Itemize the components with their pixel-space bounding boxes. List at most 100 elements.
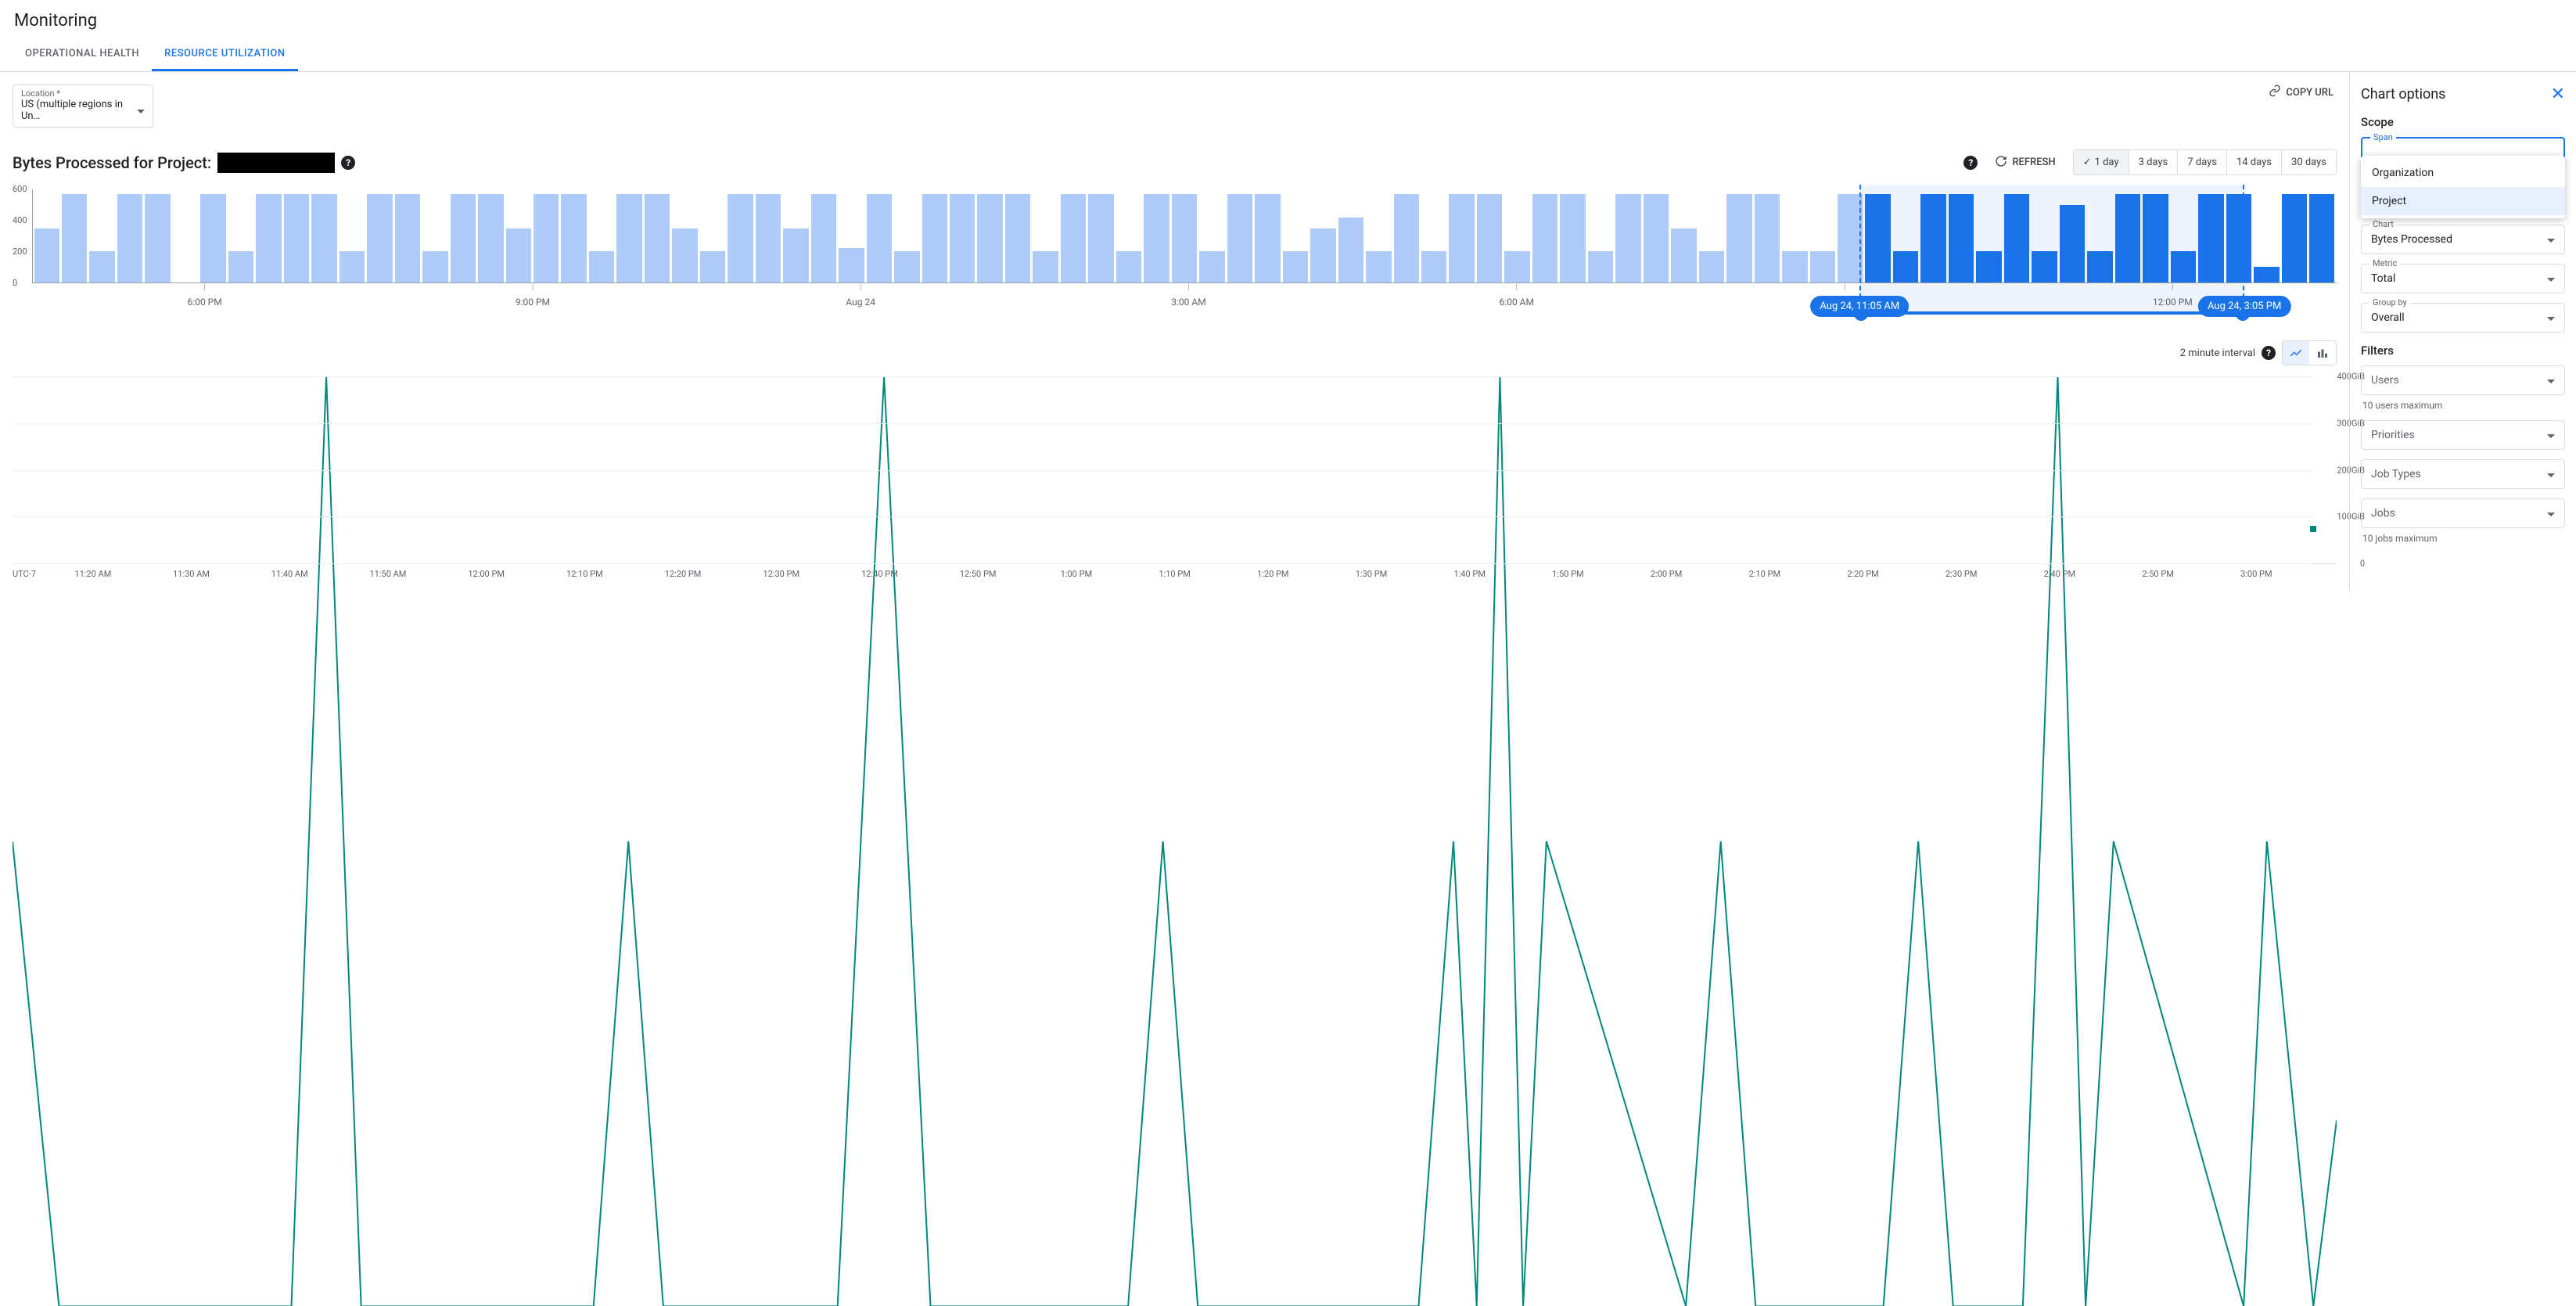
overview-bar <box>200 194 225 282</box>
group-by-label: Group by <box>2369 297 2410 308</box>
overview-bar <box>922 194 947 282</box>
overview-bar <box>1283 251 1308 282</box>
overview-bar <box>2198 194 2223 282</box>
help-icon[interactable]: ? <box>341 156 355 170</box>
copy-url-button[interactable]: COPY URL <box>2269 85 2337 100</box>
chevron-down-icon <box>2547 507 2555 520</box>
jobs-filter[interactable]: Jobs <box>2361 498 2565 528</box>
chart-select[interactable]: Chart Bytes Processed <box>2361 225 2565 254</box>
span-dropdown: Organization Project <box>2361 156 2565 218</box>
group-by-value: Overall <box>2371 311 2405 324</box>
span-select[interactable]: Span Organization Project <box>2361 137 2565 171</box>
range-7days[interactable]: 7 days <box>2177 150 2226 174</box>
overview-bar <box>256 194 281 282</box>
range-30days[interactable]: 30 days <box>2281 150 2336 174</box>
time-range-group: 1 day 3 days 7 days 14 days 30 days <box>2073 149 2337 175</box>
link-icon <box>2269 85 2281 100</box>
overview-bar <box>534 194 559 282</box>
group-by-select[interactable]: Group by Overall <box>2361 303 2565 333</box>
overview-bar <box>1144 194 1169 282</box>
overview-bar <box>616 194 641 282</box>
range-14days[interactable]: 14 days <box>2226 150 2281 174</box>
line-view-button[interactable] <box>2283 341 2309 365</box>
overview-bar <box>1671 228 1696 282</box>
priorities-filter[interactable]: Priorities <box>2361 420 2565 450</box>
overview-bar <box>1088 194 1113 282</box>
overview-bar <box>1199 251 1224 282</box>
overview-bar <box>2282 194 2307 282</box>
project-name-redacted <box>217 153 335 173</box>
overview-bar <box>2171 251 2196 282</box>
series-end-marker <box>2310 526 2316 532</box>
overview-bar <box>1061 194 1086 282</box>
span-option-project[interactable]: Project <box>2361 187 2565 215</box>
overview-bar <box>839 248 864 282</box>
bar-view-button[interactable] <box>2309 341 2336 365</box>
page-title: Monitoring <box>14 11 2562 31</box>
overview-bar <box>1949 194 1974 282</box>
overview-bar <box>311 194 336 282</box>
help-icon[interactable]: ? <box>2262 346 2276 360</box>
filters-heading: Filters <box>2361 344 2565 358</box>
overview-bar <box>1782 251 1807 282</box>
overview-bar <box>1838 194 1863 282</box>
overview-bar <box>34 228 59 282</box>
overview-bar <box>1033 251 1058 282</box>
chevron-down-icon <box>2547 272 2555 285</box>
overview-bar <box>1255 194 1280 282</box>
close-panel-button[interactable]: ✕ <box>2551 85 2565 104</box>
overview-bar <box>2309 194 2334 282</box>
metric-title: Bytes Processed for Project: <box>13 153 211 172</box>
overview-bar <box>228 251 253 282</box>
metric-select[interactable]: Metric Total <box>2361 264 2565 293</box>
overview-bar <box>89 251 114 282</box>
overview-bar <box>506 228 531 282</box>
users-filter[interactable]: Users <box>2361 365 2565 395</box>
jobtypes-filter[interactable]: Job Types <box>2361 459 2565 489</box>
overview-bar <box>2143 194 2168 282</box>
location-select[interactable]: Location * US (multiple regions in Un… <box>13 85 153 128</box>
overview-bar <box>1477 194 1502 282</box>
overview-bar <box>589 251 614 282</box>
brush-end-label: Aug 24, 3:05 PM <box>2198 296 2290 317</box>
overview-bar <box>867 194 892 282</box>
refresh-label: REFRESH <box>2012 157 2055 168</box>
chart-value: Bytes Processed <box>2371 233 2452 246</box>
overview-bar <box>1227 194 1252 282</box>
range-1day[interactable]: 1 day <box>2074 150 2129 174</box>
copy-url-label: COPY URL <box>2286 87 2333 99</box>
overview-bar <box>1810 251 1835 282</box>
overview-bar <box>1865 194 1890 282</box>
users-placeholder: Users <box>2371 374 2399 387</box>
brush-start-label: Aug 24, 11:05 AM <box>1810 296 1909 317</box>
help-icon[interactable]: ? <box>1963 156 1978 170</box>
chart-label: Chart <box>2369 219 2397 229</box>
chevron-down-icon <box>2547 233 2555 246</box>
overview-bar <box>1504 251 1529 282</box>
span-option-organization[interactable]: Organization <box>2361 159 2565 187</box>
tab-resource-utilization[interactable]: RESOURCE UTILIZATION <box>152 38 297 71</box>
overview-chart[interactable]: 600 400 200 0 Aug 24, 11:05 AM Aug <box>13 189 2337 308</box>
interval-label: 2 minute interval <box>2180 347 2255 359</box>
overview-bar <box>1532 194 1557 282</box>
overview-bar <box>2226 194 2251 282</box>
range-3days[interactable]: 3 days <box>2129 150 2178 174</box>
detail-chart[interactable]: UTC-7 0100GiB200GiB300GiB400GiB 11:20 AM… <box>13 376 2337 579</box>
overview-bar <box>1615 194 1640 282</box>
jobtypes-placeholder: Job Types <box>2371 468 2421 480</box>
jobs-helper: 10 jobs maximum <box>2362 533 2565 544</box>
tab-operational-health[interactable]: OPERATIONAL HEALTH <box>13 38 152 71</box>
chart-view-toggle <box>2282 340 2337 365</box>
overview-bar <box>2254 267 2279 282</box>
overview-bar <box>1116 251 1141 282</box>
overview-bar <box>1893 251 1918 282</box>
refresh-button[interactable]: REFRESH <box>1989 150 2061 175</box>
chevron-down-icon <box>2547 311 2555 324</box>
refresh-icon <box>1995 155 2007 171</box>
overview-bar <box>1588 251 1613 282</box>
overview-bar <box>2032 251 2057 282</box>
overview-bar <box>728 194 753 282</box>
location-value: US (multiple regions in Un… <box>21 99 137 122</box>
overview-bar <box>1338 218 1363 282</box>
overview-bar <box>700 251 725 282</box>
